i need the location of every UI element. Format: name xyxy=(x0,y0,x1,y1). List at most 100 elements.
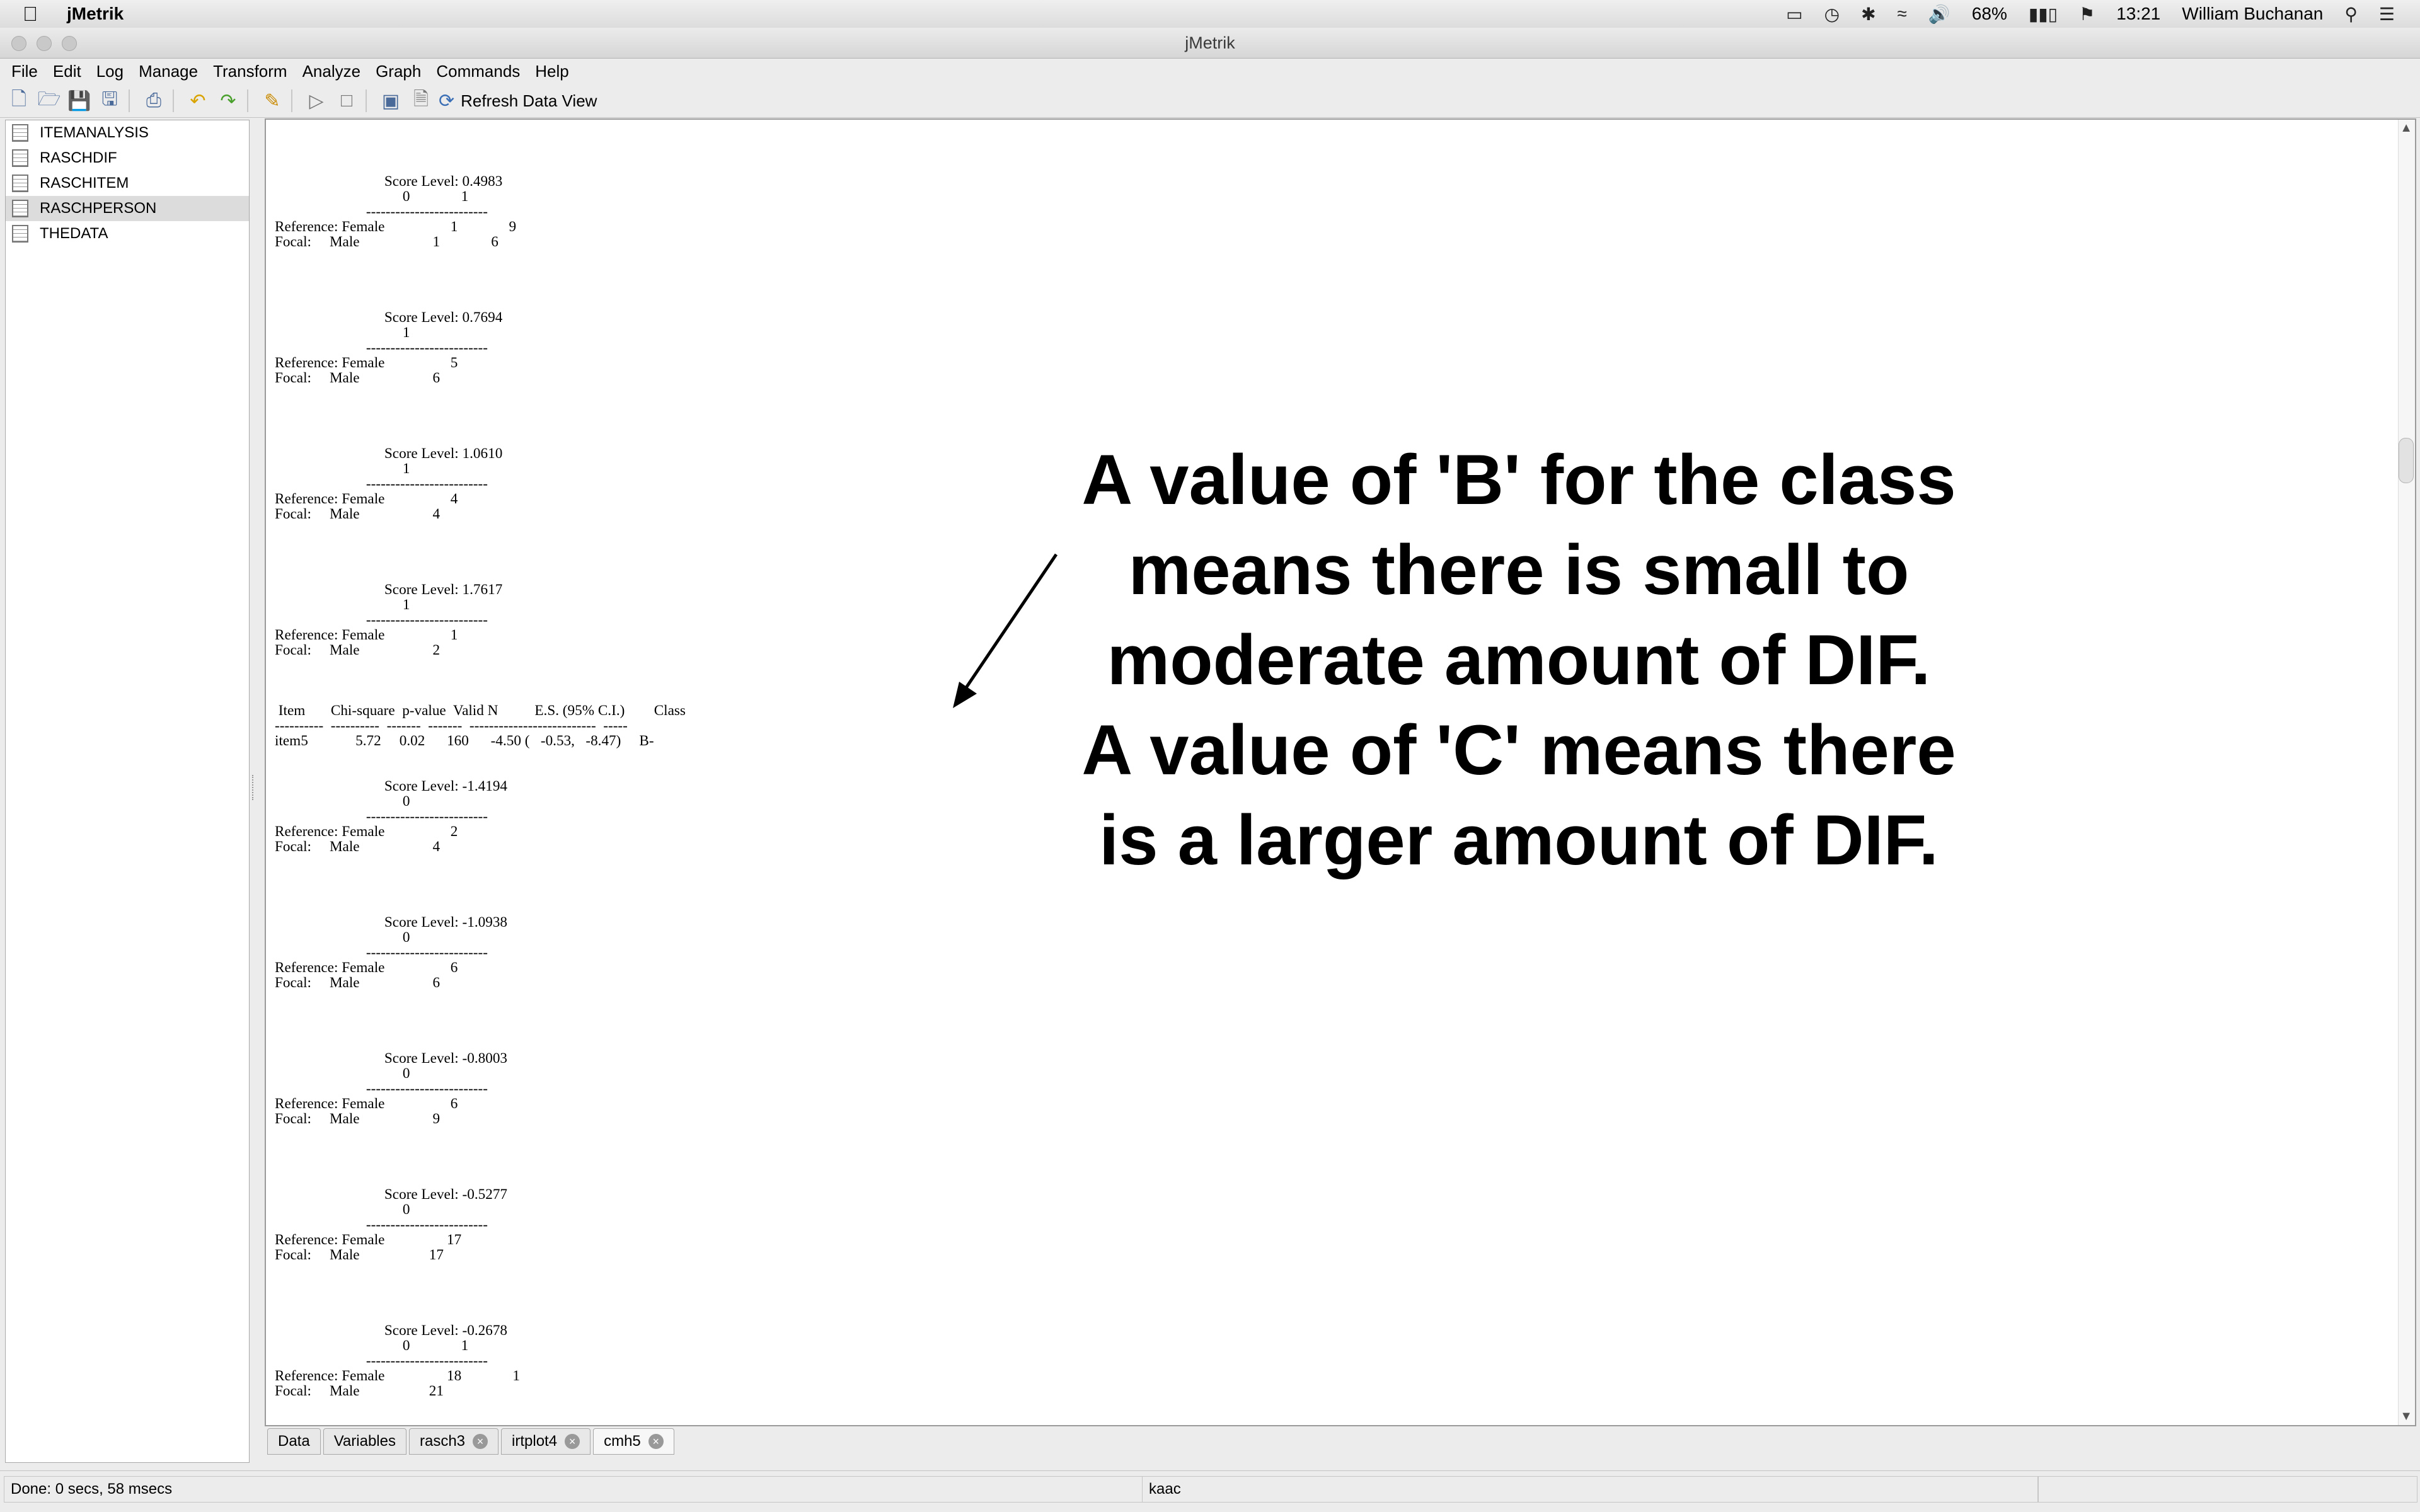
tree-item-label: RASCHDIF xyxy=(40,149,117,166)
refresh-icon: ⟳ xyxy=(439,90,455,112)
menu-manage[interactable]: Manage xyxy=(139,62,198,81)
battery-icon[interactable]: ▮▮▯ xyxy=(2029,4,2058,25)
window-title-bar: jMetrik xyxy=(0,28,2420,59)
annotation-line: A value of 'C' means there xyxy=(1081,711,1956,789)
table-icon xyxy=(12,200,28,217)
wifi-icon[interactable]: ≈ xyxy=(1898,4,1907,24)
spotlight-search-icon[interactable]: ⚲ xyxy=(2344,4,2358,25)
flag-icon[interactable]: ⚑ xyxy=(2079,4,2095,25)
tree-item-raschitem[interactable]: RASCHITEM xyxy=(6,171,249,196)
minimize-window-button[interactable] xyxy=(37,36,52,51)
save-all-icon[interactable]: 🖫 xyxy=(97,88,122,113)
tree-item-label: ITEMANALYSIS xyxy=(40,124,149,141)
table-icon xyxy=(12,149,28,167)
status-menu-area: ▭ ◷ ✱ ≈ 🔊 68% ▮▮▯ ⚑ 13:21 William Buchan… xyxy=(1786,0,2395,28)
menu-graph[interactable]: Graph xyxy=(376,62,421,81)
undo-icon[interactable]: ↶ xyxy=(185,88,210,113)
tab-data[interactable]: Data xyxy=(267,1428,321,1455)
status-user: kaac xyxy=(1142,1476,2038,1503)
time-machine-icon[interactable]: ◷ xyxy=(1824,4,1840,25)
tab-label: Variables xyxy=(333,1433,396,1450)
zoom-window-button[interactable] xyxy=(62,36,77,51)
user-name[interactable]: William Buchanan xyxy=(2182,4,2323,24)
table-icon xyxy=(12,124,28,142)
tab-variables[interactable]: Variables xyxy=(323,1428,406,1455)
new-file-icon[interactable]: 🗋 xyxy=(6,88,32,113)
menu-commands[interactable]: Commands xyxy=(436,62,520,81)
cmh-output-text: Focal: Male 5 13 Score Level: 0.4983 0 1… xyxy=(275,173,686,1399)
annotation-line: is a larger amount of DIF. xyxy=(1099,801,1939,879)
tab-rasch3[interactable]: rasch3 × xyxy=(408,1428,499,1455)
tree-item-thedata[interactable]: THEDATA xyxy=(6,221,249,246)
notification-center-icon[interactable]: ☰ xyxy=(2379,4,2395,25)
vertical-scrollbar[interactable]: ▲ ▼ xyxy=(2398,120,2415,1425)
menu-transform[interactable]: Transform xyxy=(213,62,287,81)
status-bar: Done: 0 secs, 58 msecs kaac xyxy=(0,1470,2420,1506)
tree-item-raschdif[interactable]: RASCHDIF xyxy=(6,146,249,171)
stop-icon[interactable]: □ xyxy=(334,88,359,113)
tab-label: rasch3 xyxy=(419,1433,466,1450)
refresh-data-view-button[interactable]: ⟳ Refresh Data View xyxy=(439,90,597,112)
table-icon xyxy=(12,225,28,243)
toolbar-separator xyxy=(291,89,292,112)
menu-analyze[interactable]: Analyze xyxy=(302,62,361,81)
menu-file[interactable]: File xyxy=(11,62,38,81)
redo-icon[interactable]: ↷ xyxy=(216,88,241,113)
mac-menu-bar:  jMetrik ▭ ◷ ✱ ≈ 🔊 68% ▮▮▯ ⚑ 13:21 Will… xyxy=(0,0,2420,28)
tab-label: irtplot4 xyxy=(512,1433,558,1450)
toolbar-separator xyxy=(129,89,130,112)
menu-edit[interactable]: Edit xyxy=(53,62,81,81)
tab-label: Data xyxy=(278,1433,310,1450)
output-tabs: Data Variables rasch3 × irtplot4 × cmh5 … xyxy=(265,1426,2414,1457)
toolbar-separator xyxy=(173,89,174,112)
tree-item-itemanalysis[interactable]: ITEMANALYSIS xyxy=(6,120,249,146)
tree-item-raschperson[interactable]: RASCHPERSON xyxy=(6,196,249,221)
menu-log[interactable]: Log xyxy=(96,62,124,81)
clock[interactable]: 13:21 xyxy=(2116,4,2160,24)
tree-item-label: RASCHPERSON xyxy=(40,200,157,217)
save-icon[interactable]: 💾 xyxy=(67,88,92,113)
print-icon[interactable]: ⎙ xyxy=(141,88,166,113)
status-extra xyxy=(2038,1476,2417,1503)
close-tab-icon[interactable]: × xyxy=(473,1434,488,1449)
open-folder-icon[interactable]: 🗁 xyxy=(37,88,62,113)
document-icon[interactable]: 🗎 xyxy=(408,88,434,113)
scroll-thumb[interactable] xyxy=(2399,438,2414,483)
tab-cmh5[interactable]: cmh5 × xyxy=(593,1428,674,1455)
app-menu-bar: File Edit Log Manage Transform Analyze G… xyxy=(0,59,2420,84)
annotation-line: means there is small to xyxy=(1128,530,1910,609)
toolbar-separator xyxy=(247,89,248,112)
screenshot-icon[interactable]: ▣ xyxy=(378,88,403,113)
tree-item-label: RASCHITEM xyxy=(40,175,129,192)
tree-item-label: THEDATA xyxy=(40,225,108,242)
split-pane-divider[interactable] xyxy=(252,775,258,800)
refresh-data-view-label: Refresh Data View xyxy=(461,91,597,110)
run-icon[interactable]: ▷ xyxy=(304,88,329,113)
toolbar-separator xyxy=(366,89,367,112)
close-tab-icon[interactable]: × xyxy=(565,1434,580,1449)
dif-class-annotation: A value of 'B' for the class means there… xyxy=(933,435,2105,885)
close-tab-icon[interactable]: × xyxy=(648,1434,664,1449)
battery-percent[interactable]: 68% xyxy=(1972,4,2007,24)
volume-icon[interactable]: 🔊 xyxy=(1928,4,1950,25)
status-message: Done: 0 secs, 58 msecs xyxy=(4,1476,1143,1503)
close-window-button[interactable] xyxy=(11,36,26,51)
tab-irtplot4[interactable]: irtplot4 × xyxy=(501,1428,591,1455)
annotation-line: A value of 'B' for the class xyxy=(1081,440,1956,519)
table-tree-panel: ITEMANALYSIS RASCHDIF RASCHITEM RASCHPER… xyxy=(5,120,250,1463)
apple-icon[interactable]:  xyxy=(23,3,60,26)
scroll-down-arrow-icon[interactable]: ▼ xyxy=(2400,1409,2412,1424)
status-user-text: kaac xyxy=(1149,1480,1181,1498)
toolbar: 🗋 🗁 💾 🖫 ⎙ ↶ ↷ ✎ ▷ □ ▣ 🗎 ⟳ Refresh Data V… xyxy=(0,84,2420,118)
table-icon xyxy=(12,175,28,192)
status-text: Done: 0 secs, 58 msecs xyxy=(11,1480,173,1498)
edit-icon[interactable]: ✎ xyxy=(260,88,285,113)
annotation-line: moderate amount of DIF. xyxy=(1107,621,1931,699)
scroll-up-arrow-icon[interactable]: ▲ xyxy=(2400,121,2412,135)
bluetooth-icon[interactable]: ✱ xyxy=(1861,4,1876,25)
tab-label: cmh5 xyxy=(604,1433,641,1450)
window-title: jMetrik xyxy=(1185,33,1235,52)
menu-help[interactable]: Help xyxy=(535,62,568,81)
airplay-icon[interactable]: ▭ xyxy=(1786,4,1802,25)
mac-app-name[interactable]: jMetrik xyxy=(67,4,124,24)
